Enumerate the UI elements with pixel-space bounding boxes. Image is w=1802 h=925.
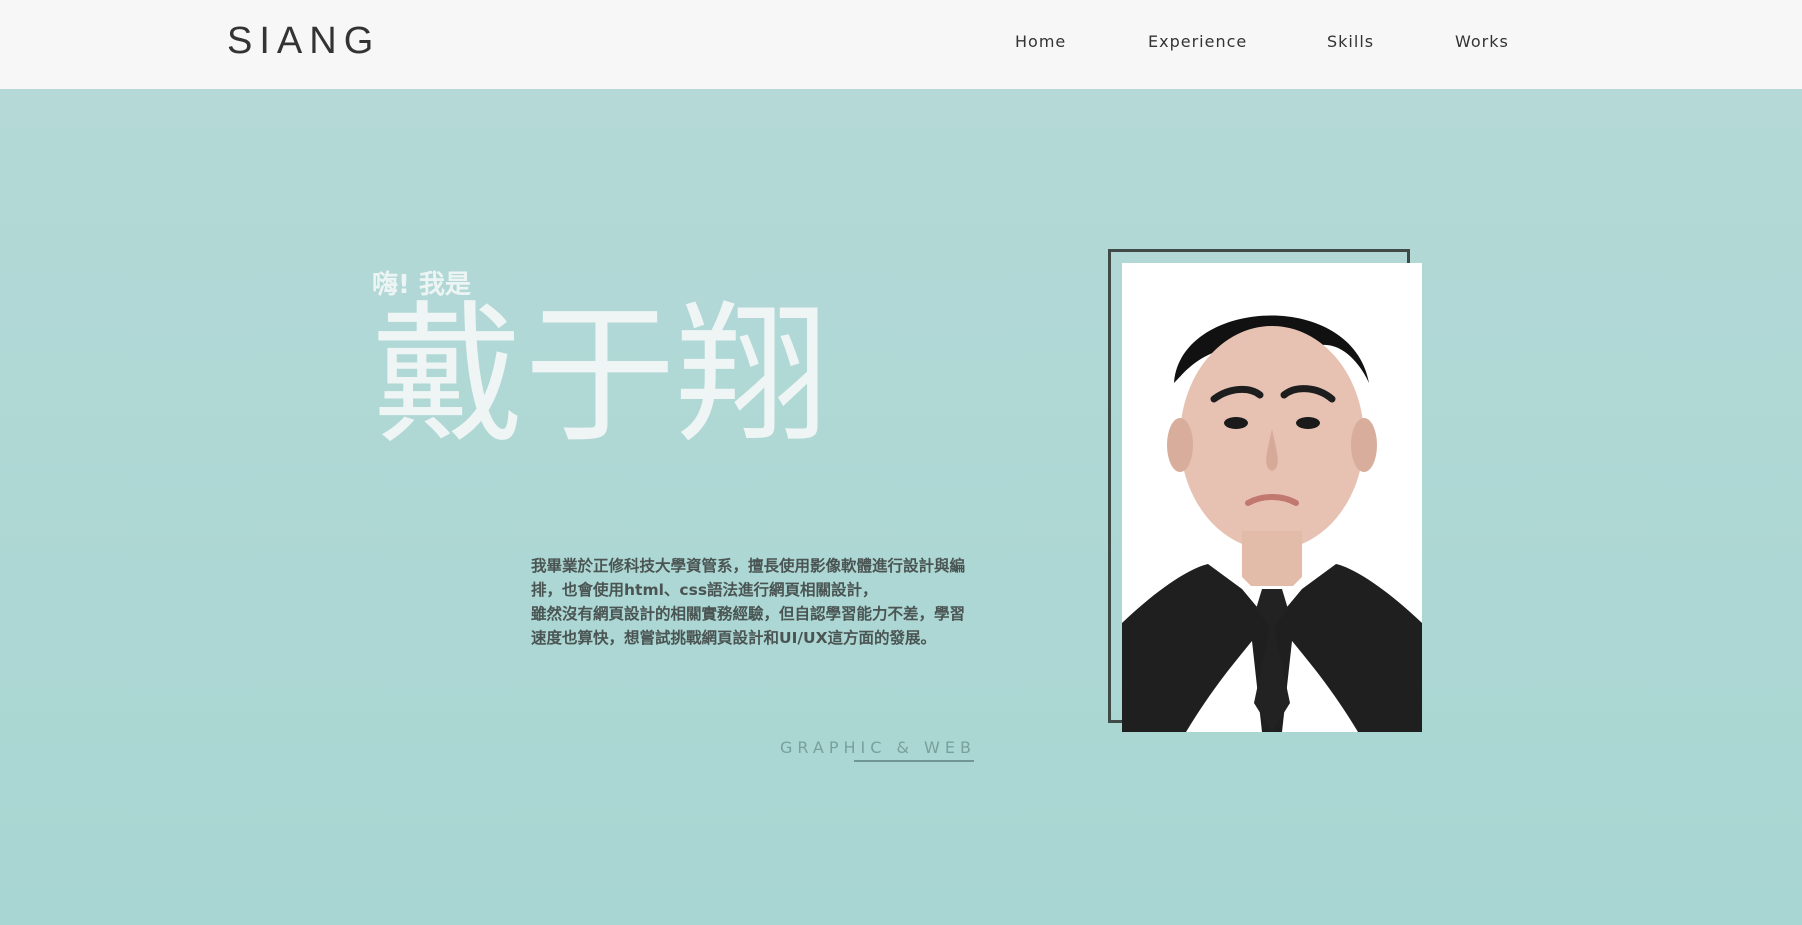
- intro-line: 雖然沒有網頁設計的相關實務經驗，但自認學習能力不差，學習: [531, 605, 966, 623]
- hero-section: [0, 89, 1802, 925]
- nav-experience[interactable]: Experience: [1148, 32, 1247, 51]
- tagline-underline: [854, 760, 974, 762]
- profile-photo: [1122, 263, 1422, 732]
- intro-line: 我畢業於正修科技大學資管系，擅長使用影像軟體進行設計與編: [531, 557, 966, 575]
- nav-skills[interactable]: Skills: [1327, 32, 1374, 51]
- site-logo[interactable]: SIANG: [227, 20, 380, 63]
- portrait-photo-icon: [1122, 263, 1422, 732]
- top-navbar: SIANG Home Experience Skills Works: [0, 0, 1802, 89]
- nav-works[interactable]: Works: [1455, 32, 1509, 51]
- intro-paragraph: 我畢業於正修科技大學資管系，擅長使用影像軟體進行設計與編 排，也會使用html、…: [531, 554, 991, 650]
- tagline-text: GRAPHIC & WEB: [780, 738, 976, 757]
- nav-home[interactable]: Home: [1015, 32, 1066, 51]
- name-heading: 戴于翔: [372, 287, 828, 464]
- intro-line: 排，也會使用html、css語法進行網頁相關設計，: [531, 581, 878, 599]
- intro-line: 速度也算快，想嘗試挑戰網頁設計和UI/UX這方面的發展。: [531, 629, 937, 647]
